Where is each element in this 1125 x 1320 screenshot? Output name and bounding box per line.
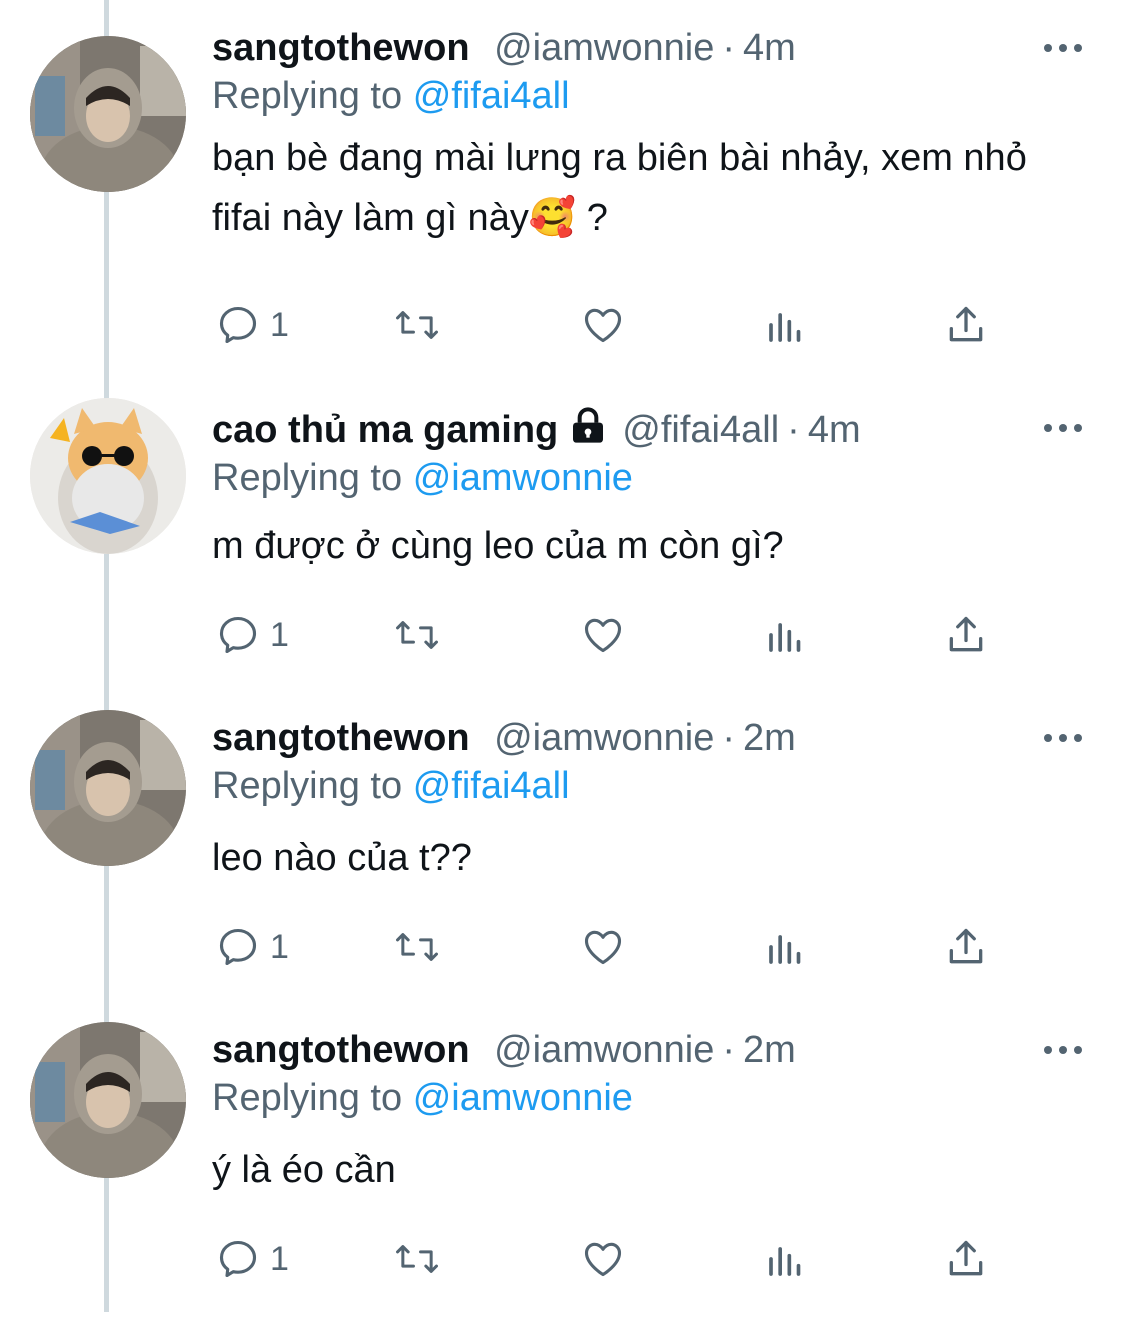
retweet-icon [396, 933, 438, 961]
like-button[interactable] [580, 922, 626, 972]
retweet-button[interactable] [394, 610, 440, 660]
more-icon[interactable] [1043, 40, 1083, 58]
views-button[interactable] [766, 922, 806, 972]
display-name[interactable]: sangtothewon [212, 1029, 470, 1071]
tweet[interactable]: cao thủ ma gaming @fifai4all · 4m Replying … [0, 398, 1125, 698]
share-button[interactable] [944, 922, 988, 972]
timestamp[interactable]: 4m [743, 27, 796, 69]
share-icon [949, 306, 983, 342]
retweet-icon [396, 621, 438, 649]
analytics-icon [769, 623, 801, 652]
replying-to-line: Replying to @iamwonnie [212, 452, 633, 504]
replying-to-label: Replying to [212, 457, 403, 499]
avatar[interactable] [30, 398, 186, 554]
heart-icon [584, 1242, 622, 1277]
replying-to-label: Replying to [212, 765, 403, 807]
tweet-header: sangtothewon @iamwonnie · 4m [212, 18, 796, 78]
share-button[interactable] [944, 1234, 988, 1284]
tweet-header: sangtothewon @iamwonnie · 2m [212, 1020, 796, 1080]
replying-to-label: Replying to [212, 75, 403, 117]
mention-link[interactable]: @fifai4all [413, 75, 570, 117]
action-bar: 1 [212, 922, 1012, 972]
timestamp[interactable]: 2m [743, 1029, 796, 1071]
mention-link[interactable]: @iamwonnie [413, 1077, 633, 1119]
tweet[interactable]: sangtothewon @iamwonnie · 2m Replying to @… [0, 708, 1125, 1008]
separator-dot: · [722, 1029, 735, 1071]
reply-count: 1 [270, 615, 289, 654]
mention-link[interactable]: @fifai4all [413, 765, 570, 807]
avatar[interactable] [30, 710, 186, 866]
reply-button[interactable]: 1 [216, 300, 289, 350]
reply-icon [219, 616, 257, 654]
tweet-text: bạn bè đang mài lưng ra biên bài nhảy, x… [212, 137, 1027, 239]
tweet[interactable]: sangtothewon @iamwonnie · 4m Replying to @… [0, 18, 1125, 344]
replying-to-line: Replying to @fifai4all [212, 760, 570, 812]
reply-icon [219, 1240, 257, 1278]
share-icon [949, 1240, 983, 1276]
avatar[interactable] [30, 1022, 186, 1178]
more-icon[interactable] [1043, 1042, 1083, 1060]
retweet-button[interactable] [394, 300, 440, 350]
reply-button[interactable]: 1 [216, 610, 289, 660]
views-button[interactable] [766, 610, 806, 660]
tweet-header: cao thủ ma gaming @fifai4all · 4m [212, 400, 861, 460]
share-icon [949, 616, 983, 652]
views-button[interactable] [766, 1234, 806, 1284]
tweet-text: m được ở cùng leo của m còn gì? [212, 525, 784, 567]
analytics-icon [769, 1247, 801, 1276]
reply-button[interactable]: 1 [216, 922, 289, 972]
retweet-icon [396, 311, 438, 339]
heart-icon [584, 930, 622, 965]
display-name[interactable]: sangtothewon [212, 717, 470, 759]
mention-link[interactable]: @iamwonnie [413, 457, 633, 499]
analytics-icon [769, 935, 801, 964]
action-bar: 1 [212, 1234, 1012, 1284]
timestamp[interactable]: 4m [808, 409, 861, 451]
tweet-text: ý là éo cần [212, 1149, 396, 1191]
display-name[interactable]: sangtothewon [212, 27, 470, 69]
replying-to-line: Replying to @iamwonnie [212, 1072, 633, 1124]
avatar[interactable] [30, 36, 186, 192]
heart-icon [584, 618, 622, 653]
reply-icon [219, 306, 257, 344]
replying-to-label: Replying to [212, 1077, 403, 1119]
reply-count: 1 [270, 1239, 289, 1278]
like-button[interactable] [580, 1234, 626, 1284]
share-button[interactable] [944, 610, 988, 660]
separator-dot: · [787, 409, 800, 451]
retweet-icon [396, 1245, 438, 1273]
tweet-text: leo nào của t?? [212, 837, 472, 879]
reply-button[interactable]: 1 [216, 1234, 289, 1284]
user-handle[interactable]: @iamwonnie [494, 717, 714, 759]
replying-to-line: Replying to @fifai4all [212, 70, 570, 122]
action-bar: 1 [212, 300, 1012, 350]
user-handle[interactable]: @iamwonnie [494, 1029, 714, 1071]
heart-icon [584, 308, 622, 343]
user-handle[interactable]: @iamwonnie [494, 27, 714, 69]
tweet-header: sangtothewon @iamwonnie · 2m [212, 708, 796, 768]
reply-count: 1 [270, 305, 289, 344]
more-icon[interactable] [1043, 420, 1083, 438]
views-button[interactable] [766, 300, 806, 350]
timestamp[interactable]: 2m [743, 717, 796, 759]
share-icon [949, 928, 983, 964]
user-handle[interactable]: @fifai4all [622, 409, 779, 451]
like-button[interactable] [580, 610, 626, 660]
action-bar: 1 [212, 610, 1012, 660]
reply-count: 1 [270, 927, 289, 966]
retweet-button[interactable] [394, 922, 440, 972]
reply-icon [219, 928, 257, 966]
tweet[interactable]: sangtothewon @iamwonnie · 2m Replying to @… [0, 1020, 1125, 1320]
separator-dot: · [722, 717, 735, 759]
separator-dot: · [722, 27, 735, 69]
share-button[interactable] [944, 300, 988, 350]
retweet-button[interactable] [394, 1234, 440, 1284]
display-name[interactable]: cao thủ ma gaming [212, 409, 558, 451]
more-icon[interactable] [1043, 730, 1083, 748]
analytics-icon [769, 313, 801, 342]
like-button[interactable] [580, 300, 626, 350]
